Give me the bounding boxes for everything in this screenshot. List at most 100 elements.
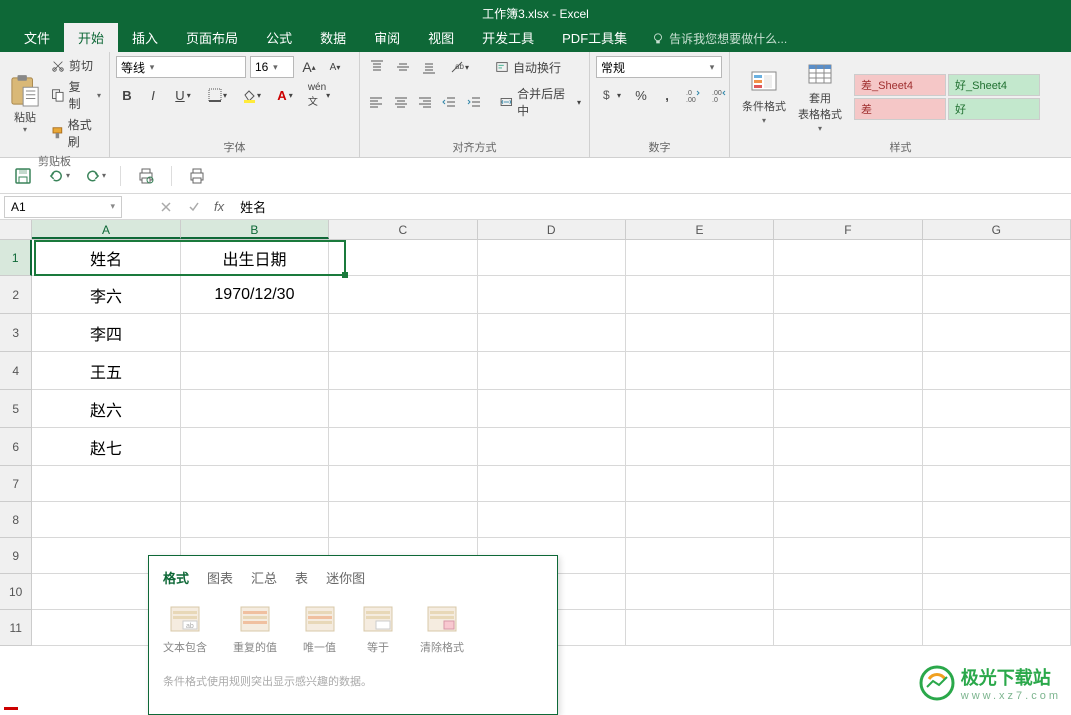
undo-button[interactable]: ▾: [48, 165, 70, 187]
cell-G9[interactable]: [923, 538, 1071, 574]
enter-formula-button[interactable]: [180, 196, 208, 218]
row-head-8[interactable]: 8: [0, 502, 32, 538]
qa-tab-format[interactable]: 格式: [163, 568, 189, 591]
cell-F1[interactable]: [774, 240, 922, 276]
cell-D7[interactable]: [478, 466, 626, 502]
cell-G4[interactable]: [923, 352, 1071, 390]
print-button[interactable]: [186, 165, 208, 187]
row-head-3[interactable]: 3: [0, 314, 32, 352]
copy-button[interactable]: 复制▾: [48, 77, 103, 113]
align-left-button[interactable]: [366, 91, 386, 113]
align-center-button[interactable]: [390, 91, 410, 113]
redo-button[interactable]: ▾: [84, 165, 106, 187]
font-color-button[interactable]: A▾: [270, 84, 300, 106]
format-painter-button[interactable]: 格式刷: [48, 115, 103, 151]
cell-B8[interactable]: [181, 502, 329, 538]
cell-F6[interactable]: [774, 428, 922, 466]
qa-text-contains[interactable]: ab文本包含: [163, 605, 207, 655]
cell-G1[interactable]: [923, 240, 1071, 276]
cell-E11[interactable]: [626, 610, 774, 646]
cell-B7[interactable]: [181, 466, 329, 502]
cell-F5[interactable]: [774, 390, 922, 428]
col-A[interactable]: A: [32, 220, 180, 239]
cell-A5[interactable]: 赵六: [32, 390, 180, 428]
cell-G2[interactable]: [923, 276, 1071, 314]
cell-C4[interactable]: [329, 352, 477, 390]
font-size-combo[interactable]: 16▾: [250, 56, 294, 78]
cell-E3[interactable]: [626, 314, 774, 352]
paste-button[interactable]: 粘贴 ▾: [6, 71, 44, 136]
cell-D4[interactable]: [478, 352, 626, 390]
row-head-10[interactable]: 10: [0, 574, 32, 610]
cell-E6[interactable]: [626, 428, 774, 466]
cell-A2[interactable]: 李六: [32, 276, 180, 314]
style-bad[interactable]: 差: [854, 98, 946, 120]
select-all-corner[interactable]: [0, 220, 32, 239]
fx-button[interactable]: fx: [208, 199, 230, 214]
row-head-2[interactable]: 2: [0, 276, 32, 314]
cell-C6[interactable]: [329, 428, 477, 466]
cell-E4[interactable]: [626, 352, 774, 390]
cell-G3[interactable]: [923, 314, 1071, 352]
cell-E5[interactable]: [626, 390, 774, 428]
col-C[interactable]: C: [329, 220, 477, 239]
col-D[interactable]: D: [478, 220, 626, 239]
format-as-table-button[interactable]: 套用 表格格式▾: [792, 58, 848, 135]
conditional-format-button[interactable]: 条件格式▾: [736, 66, 792, 127]
cell-C1[interactable]: [329, 240, 477, 276]
qa-tab-chart[interactable]: 图表: [207, 568, 233, 591]
border-button[interactable]: ▾: [202, 84, 232, 106]
wrap-text-button[interactable]: 自动换行: [492, 58, 563, 77]
cell-F7[interactable]: [774, 466, 922, 502]
merge-center-button[interactable]: 合并后居中▾: [497, 84, 583, 120]
accounting-format-button[interactable]: $▾: [596, 84, 626, 106]
cell-A1[interactable]: 姓名: [32, 240, 180, 276]
cell-F10[interactable]: [774, 574, 922, 610]
cell-B2[interactable]: 1970/12/30: [181, 276, 329, 314]
decrease-indent-button[interactable]: [439, 91, 459, 113]
italic-button[interactable]: I: [142, 84, 164, 106]
name-box[interactable]: A1▾: [4, 196, 122, 218]
cancel-formula-button[interactable]: [152, 196, 180, 218]
row-head-6[interactable]: 6: [0, 428, 32, 466]
formula-input[interactable]: 姓名: [230, 197, 1071, 216]
fill-color-button[interactable]: ▾: [236, 84, 266, 106]
increase-font-button[interactable]: A▴: [298, 56, 320, 78]
cell-E8[interactable]: [626, 502, 774, 538]
cut-button[interactable]: 剪切: [48, 56, 103, 75]
cell-C5[interactable]: [329, 390, 477, 428]
cell-C3[interactable]: [329, 314, 477, 352]
style-good[interactable]: 好: [948, 98, 1040, 120]
spreadsheet-grid[interactable]: A B C D E F G 1姓名出生日期2李六1970/12/303李四4王五…: [0, 220, 1071, 646]
tab-pdf[interactable]: PDF工具集: [548, 23, 641, 52]
cell-B1[interactable]: 出生日期: [181, 240, 329, 276]
tab-insert[interactable]: 插入: [118, 23, 172, 52]
cell-F4[interactable]: [774, 352, 922, 390]
cell-B6[interactable]: [181, 428, 329, 466]
cell-C8[interactable]: [329, 502, 477, 538]
cell-B4[interactable]: [181, 352, 329, 390]
cell-F2[interactable]: [774, 276, 922, 314]
save-button[interactable]: [12, 165, 34, 187]
underline-button[interactable]: U▾: [168, 84, 198, 106]
tell-me[interactable]: 告诉我您想要做什么...: [641, 25, 797, 52]
increase-decimal-button[interactable]: .0.00: [682, 84, 704, 106]
phonetic-button[interactable]: wén文▾: [304, 84, 334, 106]
cell-E7[interactable]: [626, 466, 774, 502]
qa-duplicate[interactable]: 重复的值: [233, 605, 277, 655]
cell-D5[interactable]: [478, 390, 626, 428]
increase-indent-button[interactable]: [464, 91, 484, 113]
comma-button[interactable]: ,: [656, 84, 678, 106]
qa-clear[interactable]: 清除格式: [420, 605, 464, 655]
tab-layout[interactable]: 页面布局: [172, 23, 252, 52]
cell-F11[interactable]: [774, 610, 922, 646]
decrease-decimal-button[interactable]: .00.0: [708, 84, 730, 106]
row-head-7[interactable]: 7: [0, 466, 32, 502]
cell-A8[interactable]: [32, 502, 180, 538]
style-good-sheet4[interactable]: 好_Sheet4: [948, 74, 1040, 96]
cell-A3[interactable]: 李四: [32, 314, 180, 352]
bold-button[interactable]: B: [116, 84, 138, 106]
col-F[interactable]: F: [774, 220, 922, 239]
cell-D8[interactable]: [478, 502, 626, 538]
cell-G8[interactable]: [923, 502, 1071, 538]
